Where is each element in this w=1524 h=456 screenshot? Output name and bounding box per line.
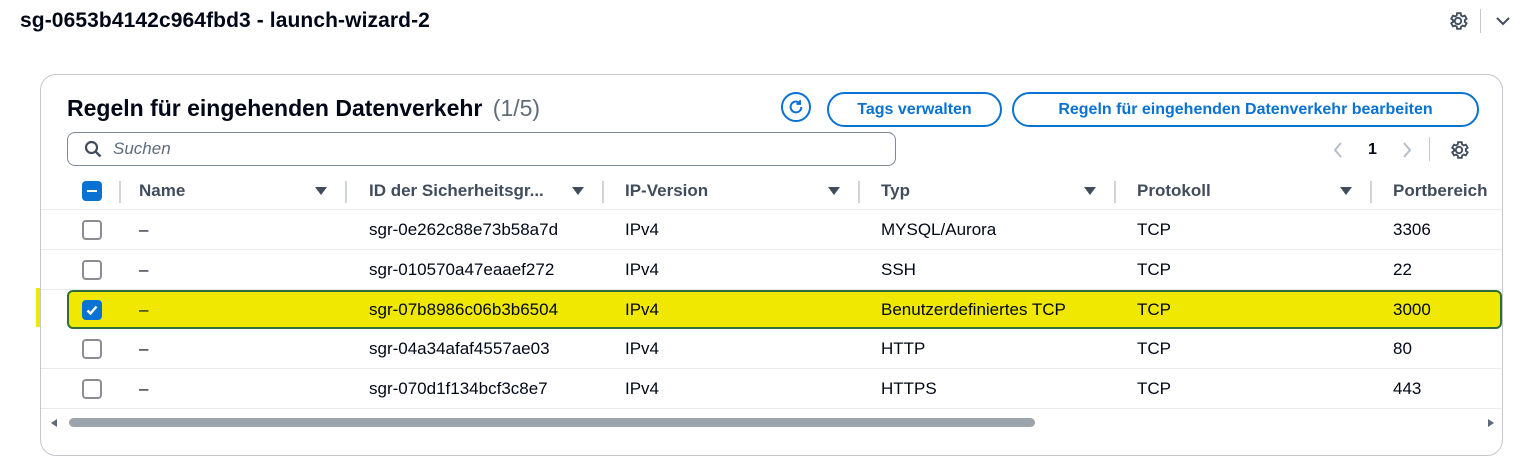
column-divider xyxy=(602,181,604,203)
cell-ip-version: IPv4 xyxy=(625,299,660,319)
caret-down-icon[interactable] xyxy=(572,187,584,195)
cell-type: HTTP xyxy=(881,338,926,358)
gear-icon[interactable] xyxy=(1445,8,1471,34)
cell-ip-version: IPv4 xyxy=(625,338,660,358)
row-checkbox[interactable] xyxy=(82,300,102,320)
column-divider xyxy=(1370,181,1372,203)
horizontal-scrollbar[interactable] xyxy=(41,418,1502,428)
cell-ip-version: IPv4 xyxy=(625,219,660,239)
edit-inbound-rules-button[interactable]: Regeln für eingehenden Datenverkehr bear… xyxy=(1012,92,1479,127)
caret-down-icon[interactable] xyxy=(315,187,327,195)
column-header-port-range[interactable]: Portbereich xyxy=(1393,173,1502,209)
cell-type: HTTPS xyxy=(881,378,937,398)
chevron-left-icon[interactable] xyxy=(1328,138,1348,162)
search-input[interactable] xyxy=(111,138,875,160)
column-label: IP-Version xyxy=(625,181,709,200)
chevron-right-icon[interactable] xyxy=(1397,138,1417,162)
panel-title-text: Regeln für eingehenden Datenverkehr xyxy=(67,95,483,121)
row-checkbox[interactable] xyxy=(82,220,102,240)
rules-table: Name ID der Sicherheitsgr... IP-Version … xyxy=(41,173,1502,409)
column-divider xyxy=(119,181,121,203)
manage-tags-button[interactable]: Tags verwalten xyxy=(827,92,1002,127)
cell-name: – xyxy=(139,219,149,239)
column-divider xyxy=(345,181,347,203)
divider xyxy=(1480,9,1481,33)
cell-name: – xyxy=(139,338,149,358)
refresh-icon xyxy=(789,100,803,114)
cell-id: sgr-0e262c88e73b58a7d xyxy=(369,219,559,239)
cell-id: sgr-010570a47eaaef272 xyxy=(369,259,555,279)
caret-down-icon[interactable] xyxy=(1084,187,1096,195)
row-checkbox[interactable] xyxy=(82,379,102,399)
gear-icon[interactable] xyxy=(1446,137,1472,163)
column-header-id[interactable]: ID der Sicherheitsgr... xyxy=(369,173,599,209)
cell-id: sgr-07b8986c06b3b6504 xyxy=(369,299,559,319)
cell-port-range: 22 xyxy=(1393,259,1412,279)
column-label: Portbereich xyxy=(1393,181,1488,200)
table-header: Name ID der Sicherheitsgr... IP-Version … xyxy=(41,173,1502,210)
column-divider xyxy=(1114,181,1116,203)
table-body: – sgr-0e262c88e73b58a7d IPv4 MYSQL/Auror… xyxy=(41,210,1502,409)
cell-protocol: TCP xyxy=(1137,338,1171,358)
table-row[interactable]: – sgr-070d1f134bcf3c8e7 IPv4 HTTPS TCP 4… xyxy=(41,369,1502,409)
cell-protocol: TCP xyxy=(1137,259,1171,279)
cell-type: SSH xyxy=(881,259,916,279)
column-label: Name xyxy=(139,181,186,200)
cell-port-range: 3000 xyxy=(1393,299,1431,319)
cell-ip-version: IPv4 xyxy=(625,259,660,279)
cell-protocol: TCP xyxy=(1137,378,1171,398)
cell-type: Benutzerdefiniertes TCP xyxy=(881,299,1066,319)
page-title: sg-0653b4142c964fbd3 - launch-wizard-2 xyxy=(20,9,430,32)
cell-type: MYSQL/Aurora xyxy=(881,219,997,239)
divider xyxy=(1429,137,1430,161)
pagination: 1 xyxy=(1328,137,1417,163)
select-all-checkbox[interactable] xyxy=(82,181,102,201)
cell-port-range: 80 xyxy=(1393,338,1412,358)
search-icon xyxy=(84,140,102,158)
header-actions xyxy=(1445,8,1516,34)
panel-title: Regeln für eingehenden Datenverkehr (1/5… xyxy=(67,95,540,122)
selection-count: (1/5) xyxy=(492,95,541,121)
table-row[interactable]: – sgr-04a34afaf4557ae03 IPv4 HTTP TCP 80 xyxy=(41,329,1502,369)
cell-name: – xyxy=(139,299,149,319)
caret-down-icon[interactable] xyxy=(1340,187,1352,195)
cell-id: sgr-070d1f134bcf3c8e7 xyxy=(369,378,548,398)
cell-id: sgr-04a34afaf4557ae03 xyxy=(369,338,550,358)
caret-down-icon[interactable] xyxy=(828,187,840,195)
column-label: Protokoll xyxy=(1137,181,1211,200)
check-icon xyxy=(86,305,98,316)
column-header-protocol[interactable]: Protokoll xyxy=(1137,173,1357,209)
cell-name: – xyxy=(139,259,149,279)
search-field[interactable] xyxy=(67,132,896,166)
column-label: Typ xyxy=(881,181,910,200)
column-header-name[interactable]: Name xyxy=(139,173,339,209)
table-row-selected[interactable]: – sgr-07b8986c06b3b6504 IPv4 Benutzerdef… xyxy=(67,290,1502,329)
cell-protocol: TCP xyxy=(1137,299,1171,319)
column-header-type[interactable]: Typ xyxy=(881,173,1101,209)
row-checkbox[interactable] xyxy=(82,339,102,359)
cell-ip-version: IPv4 xyxy=(625,378,660,398)
column-label: ID der Sicherheitsgr... xyxy=(369,181,544,200)
table-row[interactable]: – sgr-0e262c88e73b58a7d IPv4 MYSQL/Auror… xyxy=(41,210,1502,250)
cell-port-range: 443 xyxy=(1393,378,1422,398)
cell-port-range: 3306 xyxy=(1393,219,1431,239)
cell-protocol: TCP xyxy=(1137,219,1171,239)
column-header-ip-version[interactable]: IP-Version xyxy=(625,173,845,209)
cell-name: – xyxy=(139,378,149,398)
column-divider xyxy=(858,181,860,203)
row-checkbox[interactable] xyxy=(82,260,102,280)
current-page[interactable]: 1 xyxy=(1368,141,1377,159)
refresh-button[interactable] xyxy=(781,92,811,122)
chevron-down-icon[interactable] xyxy=(1490,8,1516,34)
inbound-rules-panel: Regeln für eingehenden Datenverkehr (1/5… xyxy=(40,74,1503,456)
table-row[interactable]: – sgr-010570a47eaaef272 IPv4 SSH TCP 22 xyxy=(41,250,1502,290)
